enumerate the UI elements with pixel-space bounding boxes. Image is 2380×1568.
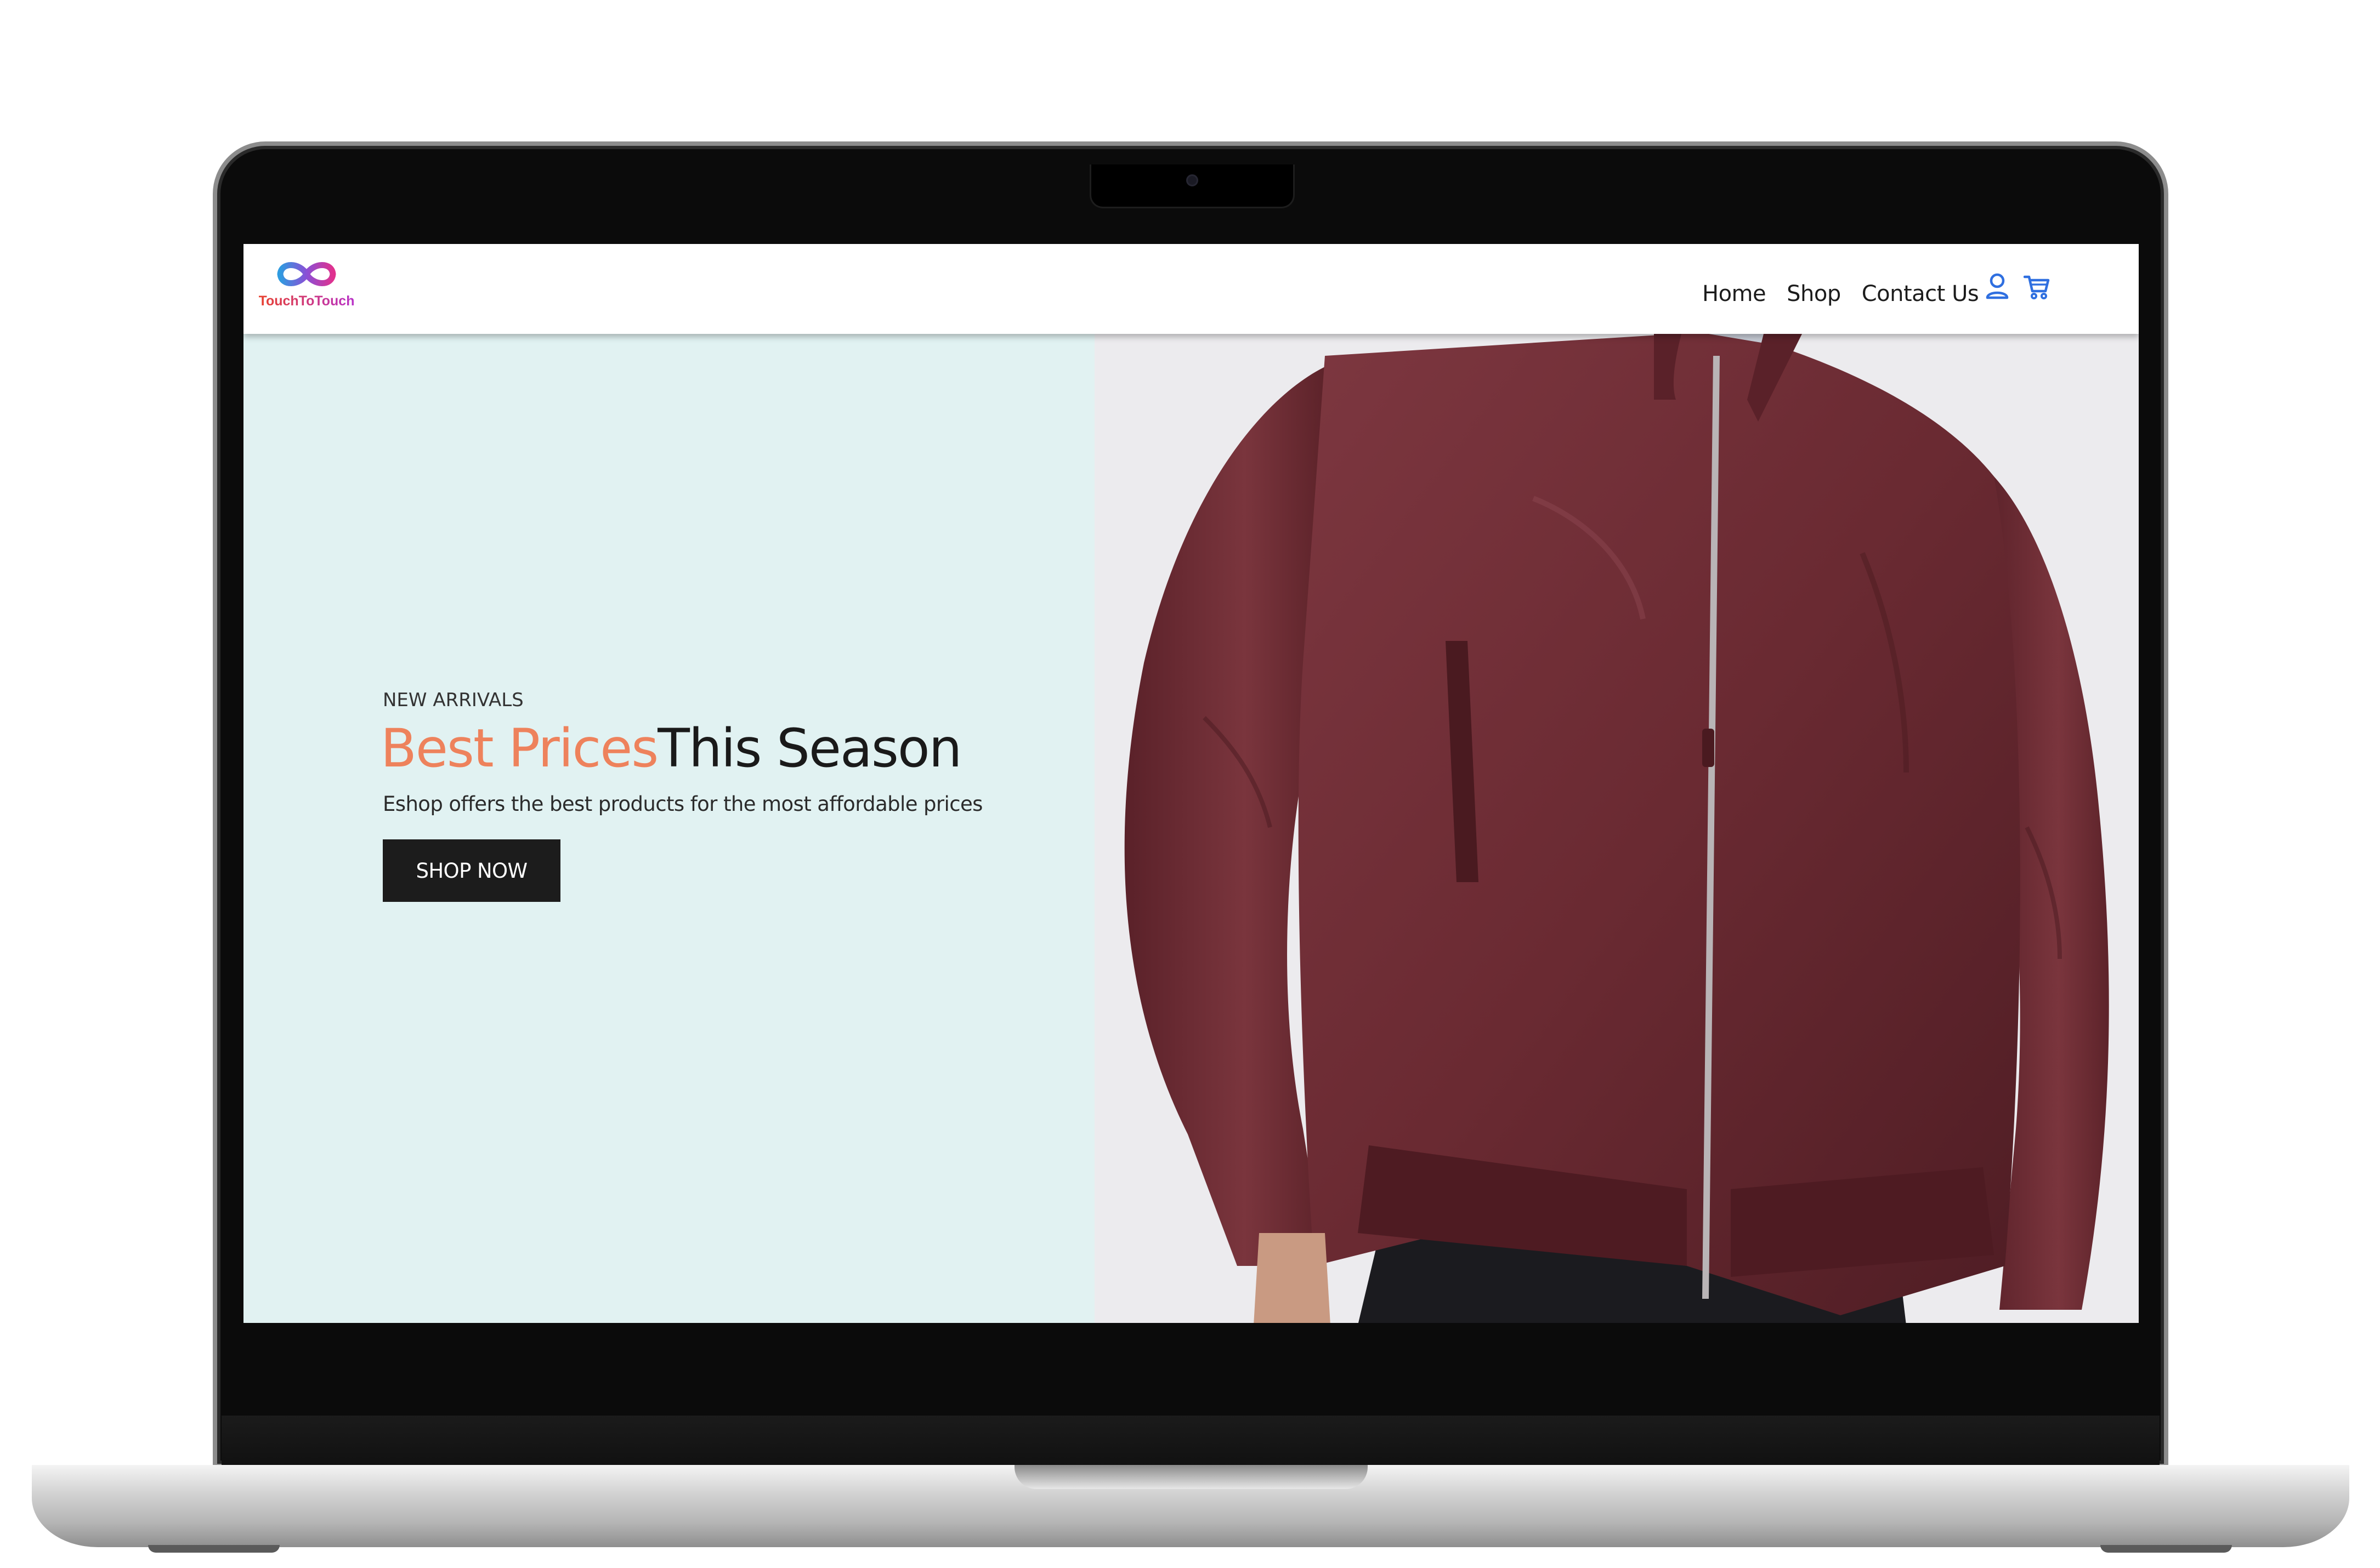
hero-text-panel: NEW ARRIVALS Best PricesThis Season Esho…	[243, 334, 1095, 1323]
headline-accent: Best Prices	[381, 718, 659, 779]
shop-now-button[interactable]: SHOP NOW	[383, 839, 560, 902]
burgundy-jacket-illustration	[1095, 334, 2139, 1323]
brand-name: TouchToTouch	[258, 293, 355, 309]
laptop-notch	[1090, 164, 1295, 208]
camera-icon	[1186, 174, 1198, 186]
site-logo[interactable]: TouchToTouch	[258, 256, 355, 321]
laptop-foot-right	[2100, 1545, 2232, 1553]
browser-viewport: TouchToTouch Home Shop Contact Us NEW AR…	[243, 244, 2139, 1323]
hero-headline: Best PricesThis Season	[381, 718, 962, 779]
hero-subtext: Eshop offers the best products for the m…	[383, 792, 983, 816]
laptop-foot-left	[148, 1545, 280, 1553]
hero-eyebrow: NEW ARRIVALS	[383, 689, 524, 711]
main-nav: Home Shop Contact Us	[1702, 281, 1979, 306]
laptop-hinge	[1015, 1465, 1368, 1489]
nav-link-shop[interactable]: Shop	[1787, 281, 1841, 306]
cart-icon[interactable]	[2023, 272, 2050, 301]
headline-rest: This Season	[658, 718, 962, 779]
site-header: TouchToTouch Home Shop Contact Us	[243, 244, 2139, 334]
nav-link-contact[interactable]: Contact Us	[1862, 281, 1979, 306]
user-icon[interactable]	[1984, 272, 2010, 301]
laptop-chin	[222, 1416, 2160, 1470]
hero-banner: NEW ARRIVALS Best PricesThis Season Esho…	[243, 334, 2139, 1323]
hero-product-image	[1095, 334, 2139, 1323]
nav-link-home[interactable]: Home	[1702, 281, 1766, 306]
infinity-icon	[273, 256, 341, 292]
